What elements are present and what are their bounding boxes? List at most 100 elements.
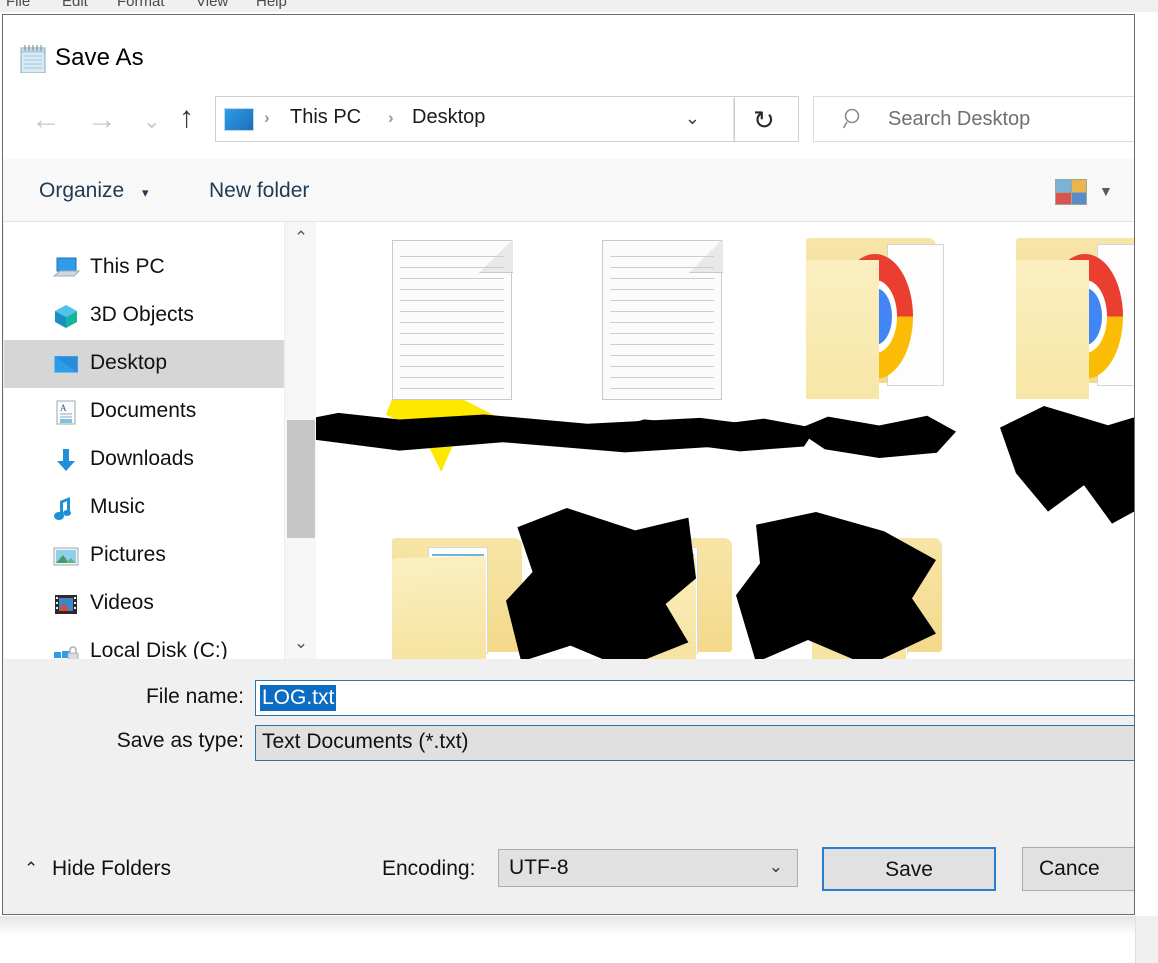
sidebar-item-label: Videos [90, 591, 154, 614]
redaction-mark [1000, 406, 1134, 524]
sidebar-item-3d-objects[interactable]: 3D Objects [4, 292, 284, 340]
sidebar-item-pictures[interactable]: Pictures [4, 532, 284, 580]
up-one-level-icon[interactable]: ↑ [179, 103, 194, 133]
file-list-view[interactable] [316, 222, 1134, 659]
sidebar-item-this-pc[interactable]: This PC [4, 244, 284, 292]
documents-icon: A [56, 400, 76, 425]
sidebar-item-local-disk-c[interactable]: Local Disk (C:) [4, 628, 284, 659]
notepad-menubar[interactable]: File Edit Format View Help [0, 0, 1158, 12]
sidebar-item-label: This PC [90, 255, 165, 278]
encoding-chevron-down-icon: ⌄ [768, 857, 783, 876]
sidebar-item-desktop[interactable]: Desktop [4, 340, 284, 388]
view-layout-icon[interactable] [1055, 179, 1087, 205]
search-icon [842, 108, 860, 129]
list-item[interactable] [392, 534, 522, 659]
save-as-type-value: Text Documents (*.txt) [262, 730, 469, 753]
hide-folders-chevron-up-icon[interactable]: ⌃ [24, 859, 38, 879]
sidebar-item-downloads[interactable]: Downloads [4, 436, 284, 484]
scrollbar-thumb[interactable] [287, 420, 315, 538]
refresh-icon: ↻ [753, 105, 775, 135]
new-folder-button[interactable]: New folder [209, 179, 309, 203]
command-toolbar: Organize ▾ New folder [3, 159, 1134, 222]
list-item[interactable] [392, 239, 513, 400]
encoding-label: Encoding: [382, 857, 476, 880]
navigation-tree-scrollbar[interactable]: ⌃ ⌄ [284, 222, 317, 659]
sidebar-item-label: Music [90, 495, 145, 518]
this-pc-icon [52, 257, 80, 277]
videos-icon [55, 595, 77, 614]
save-as-dialog: Save As ← → ⌄ ↑ › This PC › Desktop ⌄ ↻ [2, 14, 1135, 915]
hide-folders-button[interactable]: Hide Folders [52, 857, 171, 881]
dialog-title: Save As [55, 44, 144, 71]
save-as-type-label: Save as type: [116, 729, 244, 752]
scroll-down-icon[interactable]: ⌄ [285, 627, 317, 659]
back-icon[interactable]: ← [31, 105, 61, 135]
menu-item-help[interactable]: Help [256, 0, 287, 10]
dialog-footer: ⌃ Hide Folders Encoding: UTF-8 ⌄ Save Ca… [4, 829, 1134, 914]
breadcrumb-separator-1: › [264, 108, 270, 127]
breadcrumb-chevron-down-icon[interactable]: ⌄ [685, 108, 700, 129]
cancel-button-label: Cance [1039, 857, 1100, 880]
svg-text:A: A [60, 403, 67, 413]
dialog-titlebar: Save As [3, 15, 1134, 74]
save-as-type-combobox[interactable]: Text Documents (*.txt) [255, 725, 1134, 761]
text-document-icon [392, 239, 513, 400]
file-name-value[interactable]: LOG.txt [260, 685, 337, 711]
sidebar-item-label: Desktop [90, 351, 168, 374]
file-name-input[interactable]: LOG.txt [255, 680, 1134, 716]
breadcrumb-item-desktop[interactable]: Desktop [412, 106, 485, 129]
save-button[interactable]: Save [822, 847, 996, 891]
encoding-value: UTF-8 [509, 856, 569, 879]
list-item[interactable] [806, 234, 944, 399]
breadcrumb[interactable]: › This PC › Desktop ⌄ [215, 96, 735, 142]
view-options-chevron-down-icon[interactable]: ▼ [1099, 183, 1113, 199]
cancel-button[interactable]: Cance [1022, 847, 1134, 891]
search-box[interactable]: Search Desktop [813, 96, 1134, 142]
menu-item-view[interactable]: View [196, 0, 228, 10]
save-button-label: Save [885, 858, 933, 881]
menu-item-format[interactable]: Format [117, 0, 165, 10]
pictures-icon [53, 547, 79, 566]
encoding-combobox[interactable]: UTF-8 ⌄ [498, 849, 798, 887]
sidebar-item-label: Downloads [90, 447, 194, 470]
search-input[interactable]: Search Desktop [888, 108, 1030, 131]
sidebar-item-music[interactable]: Music [4, 484, 284, 532]
sidebar-item-label: Documents [90, 399, 197, 422]
list-item[interactable] [602, 239, 723, 400]
forward-icon[interactable]: → [87, 105, 117, 135]
desktop-icon [53, 355, 79, 374]
folder-icon [392, 534, 522, 659]
scroll-up-icon[interactable]: ⌃ [285, 222, 317, 254]
sidebar-item-label: 3D Objects [90, 303, 194, 326]
dialog-drop-shadow [0, 916, 1158, 936]
sidebar-item-label: Pictures [90, 543, 166, 566]
redaction-mark [796, 415, 956, 458]
file-name-label: File name: [145, 685, 244, 708]
desktop-icon[interactable] [224, 108, 254, 131]
organize-button[interactable]: Organize [39, 179, 124, 203]
list-item[interactable] [1016, 234, 1134, 399]
organize-caret-icon[interactable]: ▾ [142, 185, 149, 201]
notepad-scrollbar[interactable] [1135, 916, 1158, 963]
text-document-icon [602, 239, 723, 400]
sidebar-item-label: Local Disk (C:) [90, 639, 228, 659]
sidebar-item-documents[interactable]: A Documents [4, 388, 284, 436]
menu-item-edit[interactable]: Edit [62, 0, 88, 10]
sidebar-item-videos[interactable]: Videos [4, 580, 284, 628]
downloads-icon [57, 449, 75, 471]
breadcrumb-separator-2: › [388, 108, 394, 127]
menu-item-file[interactable]: File [6, 0, 30, 10]
refresh-button[interactable]: ↻ [735, 96, 799, 142]
music-icon [54, 497, 71, 520]
chrome-folder-icon [1016, 234, 1134, 399]
breadcrumb-divider [733, 98, 734, 140]
chrome-folder-icon [806, 234, 944, 399]
3d-objects-icon [55, 305, 77, 328]
redaction-mark [506, 508, 696, 659]
save-form: File name: LOG.txt Save as type: Text Do… [4, 659, 1134, 829]
breadcrumb-item-this-pc[interactable]: This PC [290, 106, 361, 129]
recent-locations-chevron-down-icon[interactable]: ⌄ [143, 111, 161, 132]
notepad-icon [20, 45, 46, 74]
navigation-bar: ← → ⌄ ↑ › This PC › Desktop ⌄ ↻ Search D… [3, 73, 1134, 159]
local-disk-icon [54, 646, 79, 659]
